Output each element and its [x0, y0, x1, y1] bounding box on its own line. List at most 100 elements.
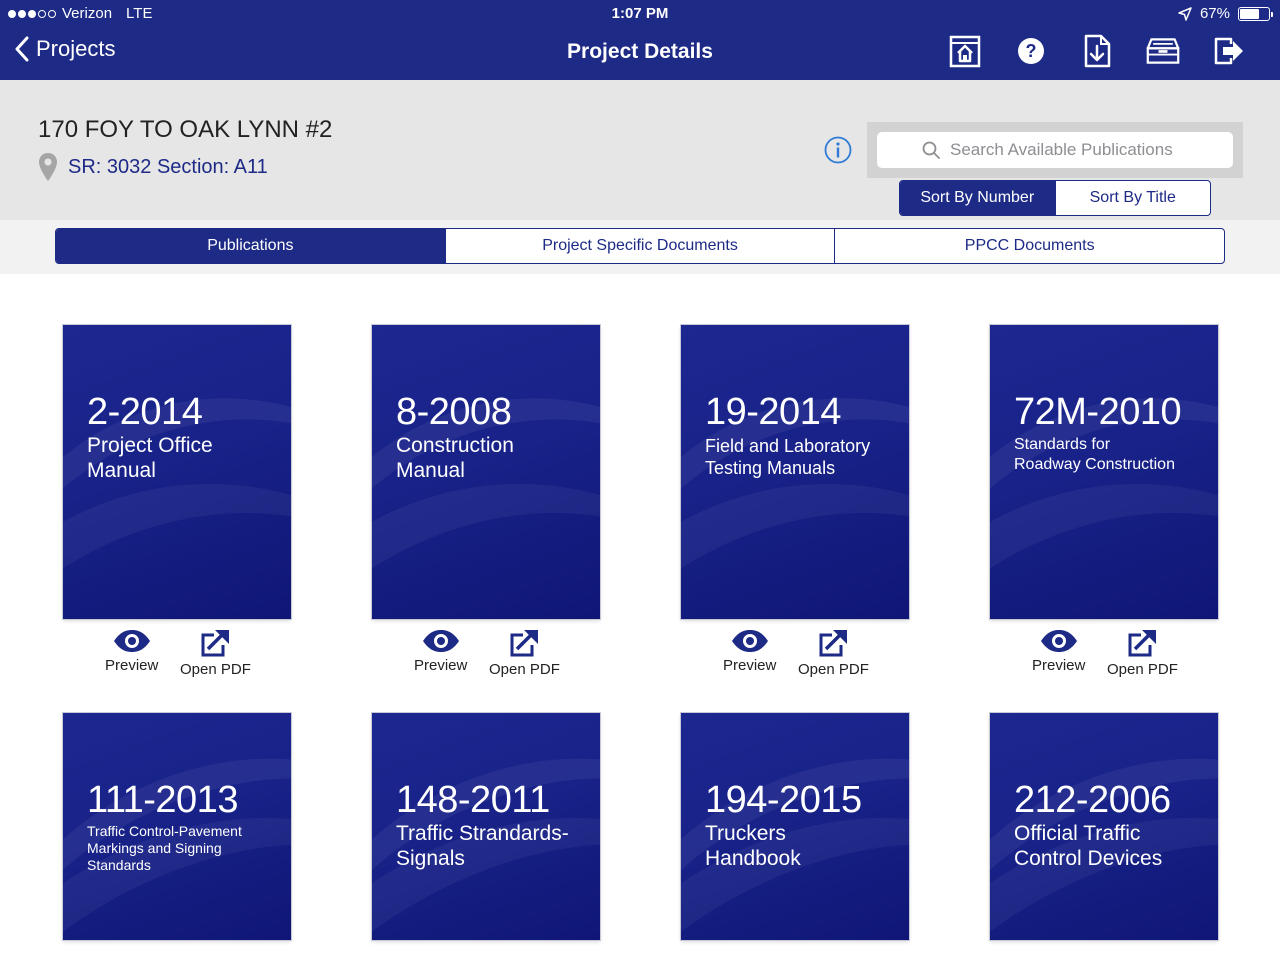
project-header: 170 FOY TO OAK LYNN #2 SR: 3032 Section:…: [0, 80, 1280, 220]
publication-cover[interactable]: 111-2013 Traffic Control-Pavement Markin…: [63, 713, 291, 940]
publication-actions: Preview Open PDF: [990, 619, 1218, 689]
publication-title-line: Handbook: [705, 847, 801, 870]
help-button[interactable]: ?: [1014, 34, 1048, 68]
tab-project-specific-documents[interactable]: Project Specific Documents: [444, 229, 835, 263]
project-location: SR: 3032 Section: A11: [38, 152, 268, 182]
publication-number: 8-2008: [396, 391, 512, 433]
open-pdf-button[interactable]: Open PDF: [1107, 629, 1178, 678]
back-button[interactable]: Projects: [14, 36, 115, 62]
publication-title-line: Field and Laboratory: [705, 436, 871, 456]
location-arrow-icon: [1178, 6, 1192, 21]
help-icon: ?: [1018, 38, 1044, 64]
publication-number: 2-2014: [87, 391, 203, 433]
preview-button[interactable]: Preview: [105, 629, 158, 674]
publication-actions: Preview Open PDF: [681, 619, 909, 689]
download-button[interactable]: [1080, 34, 1114, 68]
publication-number: 148-2011: [396, 779, 550, 821]
publication-cover[interactable]: 72M-2010 Standards for Roadway Construct…: [990, 325, 1218, 619]
logout-icon: [1214, 37, 1243, 65]
battery-icon: [1238, 6, 1273, 21]
sort-by-number-button[interactable]: Sort By Number: [900, 181, 1055, 215]
publication-title-line: Truckers: [705, 822, 786, 845]
publication-title-line: Construction: [396, 434, 514, 457]
status-bar: Verizon LTE 1:07 PM 67%: [0, 0, 1280, 26]
publication-card: 2-2014 Project Office Manual Preview Ope…: [63, 325, 291, 689]
download-icon: [1084, 34, 1111, 68]
info-icon: [824, 136, 852, 164]
status-right: 67%: [1178, 5, 1273, 22]
publication-title-line: Standards: [87, 857, 151, 873]
external-link-icon: [201, 630, 230, 657]
tab-publications[interactable]: Publications: [56, 229, 445, 263]
publication-title-line: Traffic Control-Pavement: [87, 823, 242, 839]
status-time: 1:07 PM: [611, 5, 669, 22]
tab-ppcc-documents[interactable]: PPCC Documents: [834, 229, 1224, 263]
publication-cover[interactable]: 148-2011 Traffic Strandards- Signals: [372, 713, 600, 940]
open-pdf-label: Open PDF: [489, 661, 560, 678]
search-container: [867, 122, 1243, 178]
publication-cover[interactable]: 194-2015 Truckers Handbook: [681, 713, 909, 940]
project-name: 170 FOY TO OAK LYNN #2: [38, 116, 333, 143]
nav-actions: ?: [948, 34, 1246, 68]
publication-title-line: Standards for: [1014, 436, 1111, 453]
publication-cover[interactable]: 8-2008 Construction Manual: [372, 325, 600, 619]
eye-icon: [1040, 630, 1077, 652]
publication-actions: Preview Open PDF: [63, 619, 291, 689]
search-icon: [922, 141, 940, 159]
publication-title-line: Roadway Construction: [1014, 456, 1175, 473]
publication-cover[interactable]: 19-2014 Field and Laboratory Testing Man…: [681, 325, 909, 619]
publication-title-line: Control Devices: [1014, 847, 1163, 870]
publication-card: 194-2015 Truckers Handbook: [681, 713, 909, 940]
publication-number: 19-2014: [705, 391, 841, 433]
location-pin-icon: [39, 153, 57, 181]
eye-icon: [422, 630, 459, 652]
sort-control: Sort By Number Sort By Title: [899, 180, 1211, 216]
project-sr-section: SR: 3032 Section: A11: [68, 155, 268, 178]
info-button[interactable]: [824, 136, 852, 164]
open-pdf-button[interactable]: Open PDF: [489, 629, 560, 678]
battery-fill: [1240, 8, 1259, 19]
open-pdf-label: Open PDF: [798, 661, 869, 678]
home-document-button[interactable]: [948, 34, 982, 68]
open-pdf-button[interactable]: Open PDF: [180, 629, 251, 678]
publication-title-line: Markings and Signing: [87, 840, 222, 856]
publication-number: 212-2006: [1014, 779, 1171, 821]
publication-card: 8-2008 Construction Manual Preview Open …: [372, 325, 600, 689]
publication-number: 194-2015: [705, 779, 862, 821]
top-bar: Verizon LTE 1:07 PM 67% Projects Project…: [0, 0, 1280, 80]
preview-button[interactable]: Preview: [414, 629, 467, 674]
chevron-left-icon: [15, 36, 29, 62]
publication-cover[interactable]: 2-2014 Project Office Manual: [63, 325, 291, 619]
publication-number: 111-2013: [87, 779, 238, 821]
sort-by-title-button[interactable]: Sort By Title: [1054, 181, 1211, 215]
publication-title-line: Signals: [396, 847, 465, 870]
preview-button[interactable]: Preview: [1032, 629, 1085, 674]
publication-card: 72M-2010 Standards for Roadway Construct…: [990, 325, 1218, 689]
publication-card: 111-2013 Traffic Control-Pavement Markin…: [63, 713, 291, 940]
svg-text:?: ?: [1026, 41, 1037, 61]
back-label: Projects: [36, 36, 116, 61]
publication-title-line: Manual: [87, 459, 156, 482]
home-document-icon: [949, 35, 981, 68]
eye-icon: [113, 630, 150, 652]
publication-title-line: Project Office: [87, 434, 213, 457]
open-pdf-label: Open PDF: [1107, 661, 1178, 678]
publication-title-line: Testing Manuals: [705, 458, 836, 478]
publication-cover[interactable]: 212-2006 Official Traffic Control Device…: [990, 713, 1218, 940]
eye-icon: [731, 630, 768, 652]
preview-button[interactable]: Preview: [723, 629, 776, 674]
publication-actions: Preview Open PDF: [372, 619, 600, 689]
battery-percent: 67%: [1199, 5, 1230, 22]
publication-card: 212-2006 Official Traffic Control Device…: [990, 713, 1218, 940]
logout-button[interactable]: [1212, 34, 1246, 68]
search-input[interactable]: [948, 139, 1188, 161]
tab-strip: Publications Project Specific Documents …: [0, 220, 1280, 274]
external-link-icon: [1128, 630, 1157, 657]
open-pdf-button[interactable]: Open PDF: [798, 629, 869, 678]
publication-title-line: Official Traffic: [1014, 822, 1141, 845]
archive-button[interactable]: [1146, 34, 1180, 68]
document-tabs: Publications Project Specific Documents …: [55, 228, 1225, 264]
publication-title-line: Traffic Strandards-: [396, 822, 569, 845]
search-box[interactable]: [877, 132, 1233, 168]
preview-label: Preview: [1032, 657, 1086, 674]
